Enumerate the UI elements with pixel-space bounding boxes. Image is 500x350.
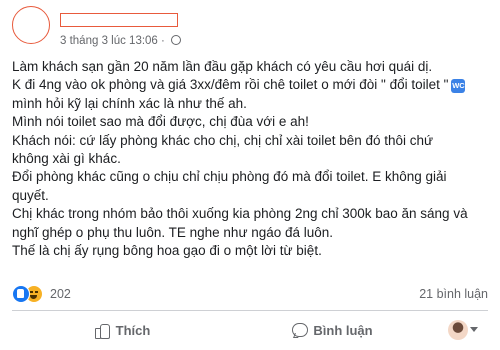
post-line: Chị khác trong nhóm bảo thôi xuống kia p… bbox=[12, 206, 468, 222]
viewer-avatar bbox=[448, 320, 468, 340]
thumbs-up-icon bbox=[94, 322, 110, 339]
post-line: Khách nói: cứ lấy phòng khác cho chị, ch… bbox=[12, 132, 434, 148]
post-line: mình hỏi kỹ lại chính xác là như thế ah. bbox=[12, 95, 247, 111]
dot-separator: · bbox=[161, 35, 165, 47]
post-header: 3 tháng 3 lúc 13:06 · bbox=[0, 0, 500, 52]
post-stats: 202 21 bình luận bbox=[12, 285, 488, 303]
wc-emoji-icon: WC bbox=[451, 79, 466, 94]
action-bar: Thích Bình luận bbox=[12, 314, 488, 346]
post-line: quyết. bbox=[12, 187, 49, 203]
author-avatar-redacted[interactable] bbox=[12, 6, 50, 44]
reaction-count[interactable]: 202 bbox=[50, 286, 71, 302]
comment-bubble-icon bbox=[291, 322, 309, 338]
post-meta: 3 tháng 3 lúc 13:06 · bbox=[60, 34, 182, 48]
profile-switcher[interactable] bbox=[448, 320, 478, 340]
globe-icon bbox=[171, 35, 182, 45]
post-line: Làm khách sạn gần 20 năm lần đầu gặp khá… bbox=[12, 59, 433, 74]
post-line: nghĩ ghép o phụ thu luôn. TE nghe như ng… bbox=[12, 224, 334, 240]
caret-down-icon bbox=[470, 327, 478, 332]
post-line: không xài gì khác. bbox=[12, 151, 121, 167]
comment-count[interactable]: 21 bình luận bbox=[419, 286, 488, 302]
comment-label: Bình luận bbox=[313, 322, 373, 338]
post-line: Mình nói toilet sao mà đổi được, chị đùa… bbox=[12, 114, 309, 130]
author-name-redacted[interactable] bbox=[60, 13, 178, 27]
divider bbox=[12, 310, 488, 311]
comment-button[interactable]: Bình luận bbox=[282, 314, 382, 346]
post-text: Làm khách sạn gần 20 năm lần đầu gặp khá… bbox=[12, 58, 496, 260]
post-line: Đổi phòng khác cũng o chịu chỉ chịu phòn… bbox=[12, 169, 447, 185]
like-button[interactable]: Thích bbox=[82, 314, 162, 346]
post-timestamp[interactable]: 3 tháng 3 lúc 13:06 bbox=[60, 35, 158, 47]
post-line: K đi 4ng vào ok phòng và giá 3xx/đêm rồi… bbox=[12, 77, 466, 94]
post-line: Thế là chị ấy rụng bông hoa gạo đi o một… bbox=[12, 243, 322, 259]
like-reaction-icon bbox=[12, 285, 30, 303]
like-label: Thích bbox=[115, 322, 151, 338]
